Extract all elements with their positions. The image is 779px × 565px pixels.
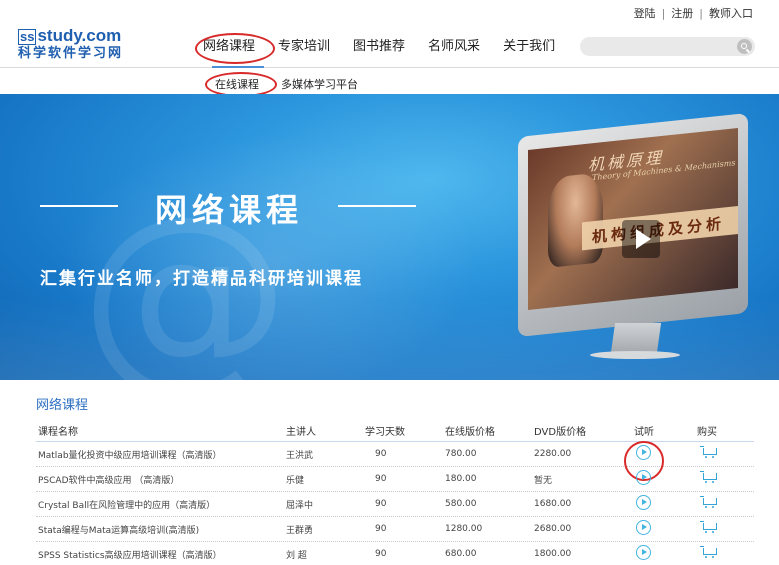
banner-title: 网络课程 (155, 191, 304, 229)
play-icon[interactable] (622, 220, 660, 258)
nav-about-us[interactable]: 关于我们 (503, 38, 555, 56)
nav-expert-training[interactable]: 专家培训 (278, 38, 330, 56)
cart-icon[interactable] (700, 546, 718, 559)
online-price: 1280.00 (445, 524, 483, 534)
lecturer: 乐健 (286, 475, 305, 486)
login-link[interactable]: 登陆 (634, 5, 656, 21)
video-screen[interactable]: 机械原理 Theory of Machines & Mechanisms 机构组… (528, 127, 738, 311)
banner-subtitle: 汇集行业名师，打造精品科研培训课程 (40, 269, 363, 289)
dvd-price: 2680.00 (534, 524, 572, 534)
header-preview: 试听 (634, 427, 654, 438)
cart-icon[interactable] (700, 471, 718, 484)
study-days: 90 (375, 449, 387, 459)
online-price: 580.00 (445, 499, 477, 509)
play-circle-icon[interactable] (636, 520, 651, 535)
table-row: Crystal Ball在风险管理中的应用（高清版） 屈泽中 90 580.00… (36, 492, 754, 517)
study-days: 90 (375, 549, 387, 559)
header-lecturer: 主讲人 (286, 427, 316, 438)
logo-subtitle: 科学软件学习网 (18, 46, 124, 61)
play-circle-icon[interactable] (636, 445, 651, 460)
course-name-link[interactable]: Stata编程与Mata运算高级培训(高清版) (36, 523, 286, 536)
logo-text: study.com (37, 26, 122, 45)
lecturer: 屈泽中 (286, 500, 314, 511)
cart-icon[interactable] (700, 496, 718, 509)
subnav-online-courses[interactable]: 在线课程 (205, 72, 277, 97)
table-row: Matlab量化投资中级应用培训课程（高清版） 王洪武 90 780.00 22… (36, 442, 754, 467)
site-header: 登陆 | 注册 | 教师入口 ss study.com 科学软件学习网 网络课程 … (0, 0, 779, 100)
online-price: 780.00 (445, 449, 477, 459)
study-days: 90 (375, 474, 387, 484)
preview-highlight (634, 445, 651, 463)
course-name-link[interactable]: SPSS Statistics高级应用培训课程（高清版） (36, 548, 286, 561)
lecturer: 刘 超 (286, 550, 307, 561)
cart-icon[interactable] (700, 521, 718, 534)
dvd-price: 暂无 (534, 475, 553, 486)
play-circle-icon[interactable] (636, 495, 651, 510)
header-dvd-price: DVD版价格 (534, 427, 587, 438)
study-days: 90 (375, 499, 387, 509)
header-course-name: 课程名称 (38, 427, 78, 438)
title-line-left (40, 205, 118, 207)
table-row: Stata编程与Mata运算高级培训(高清版) 王群勇 90 1280.00 2… (36, 517, 754, 542)
subnav-multimedia-platform[interactable]: 多媒体学习平台 (281, 76, 358, 92)
main-nav: 网络课程 专家培训 图书推荐 名师风采 关于我们 (194, 33, 578, 64)
section-title: 网络课程 (36, 398, 89, 413)
search-icon[interactable] (737, 39, 752, 54)
course-name-link[interactable]: Matlab量化投资中级应用培训课程（高清版） (36, 448, 286, 461)
top-links: 登陆 | 注册 | 教师入口 (634, 5, 753, 21)
cart-icon[interactable] (700, 446, 718, 459)
register-link[interactable]: 注册 (671, 5, 693, 21)
nav-online-courses[interactable]: 网络课程 (194, 33, 276, 64)
header-online-price: 在线版价格 (445, 427, 495, 438)
play-circle-icon[interactable] (636, 470, 651, 485)
site-logo[interactable]: ss study.com 科学软件学习网 (18, 27, 130, 67)
course-name-link[interactable]: PSCAD软件中高级应用 （高清版） (36, 473, 286, 486)
nav-book-recommend[interactable]: 图书推荐 (353, 38, 405, 56)
dvd-price: 1800.00 (534, 549, 572, 559)
title-line-right (338, 205, 416, 207)
search-input[interactable] (580, 37, 755, 56)
divider: | (661, 6, 666, 20)
lecturer: 王群勇 (286, 525, 314, 536)
play-circle-icon[interactable] (636, 545, 651, 560)
table-row: PSCAD软件中高级应用 （高清版） 乐健 90 180.00 暂无 (36, 467, 754, 492)
course-table: 课程名称 主讲人 学习天数 在线版价格 DVD版价格 试听 购买 Matlab量… (36, 420, 754, 565)
table-row: SPSS Statistics高级应用培训课程（高清版） 刘 超 90 680.… (36, 542, 754, 565)
dvd-price: 2280.00 (534, 449, 572, 459)
video-monitor[interactable]: 机械原理 Theory of Machines & Mechanisms 机构组… (518, 112, 748, 359)
active-nav-indicator (212, 66, 264, 68)
study-days: 90 (375, 524, 387, 534)
logo-mark: ss (18, 29, 37, 45)
divider: | (699, 6, 703, 20)
header-buy: 购买 (697, 427, 717, 438)
nav-divider (0, 66, 779, 68)
course-name-link[interactable]: Crystal Ball在风险管理中的应用（高清版） (36, 498, 286, 511)
online-price: 180.00 (445, 474, 477, 484)
monitor-stand (610, 323, 662, 353)
lecturer: 王洪武 (286, 450, 314, 461)
header-days: 学习天数 (365, 427, 405, 438)
nav-famous-teachers[interactable]: 名师风采 (428, 38, 480, 56)
teacher-entry-link[interactable]: 教师入口 (709, 5, 753, 21)
monitor-base (590, 351, 680, 359)
sub-nav: 在线课程 多媒体学习平台 (205, 72, 380, 97)
dvd-price: 1680.00 (534, 499, 572, 509)
table-header: 课程名称 主讲人 学习天数 在线版价格 DVD版价格 试听 购买 (36, 420, 754, 442)
hero-banner: @ 网络课程 汇集行业名师，打造精品科研培训课程 机械原理 Theory of … (0, 94, 779, 380)
online-price: 680.00 (445, 549, 477, 559)
